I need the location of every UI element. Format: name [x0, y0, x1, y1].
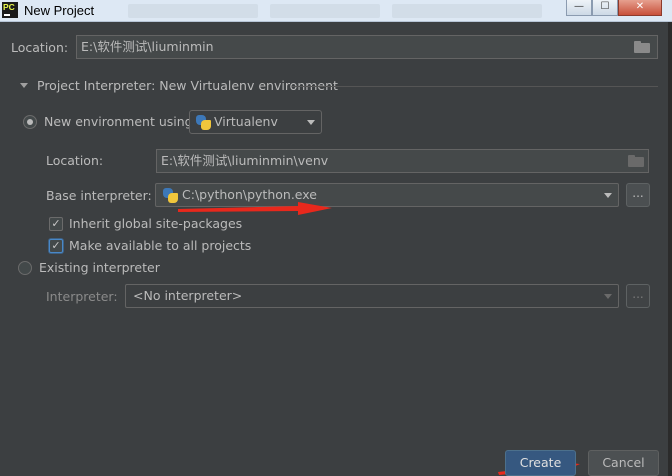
new-environment-radio[interactable]	[23, 115, 37, 129]
blurred-background-tab	[128, 4, 258, 18]
chevron-down-icon	[307, 120, 315, 125]
close-button[interactable]: ✕	[618, 0, 662, 16]
folder-icon[interactable]	[628, 155, 644, 167]
chevron-down-icon	[604, 193, 612, 198]
minimize-button[interactable]: —	[566, 0, 592, 16]
venv-location-field[interactable]: E:\软件测试\liuminmin\venv	[156, 149, 649, 173]
make-available-checkbox[interactable]: ✓	[49, 239, 63, 253]
create-button[interactable]: Create	[505, 450, 576, 476]
pycharm-app-icon: PC	[2, 2, 18, 18]
inherit-packages-checkbox[interactable]: ✓	[49, 217, 63, 231]
interpreter-label: Interpreter:	[46, 289, 118, 304]
section-divider	[292, 86, 658, 87]
project-location-field[interactable]: E:\软件测试\liuminmin	[76, 35, 658, 59]
interpreter-select[interactable]: <No interpreter>	[125, 284, 619, 308]
project-location-value: E:\软件测试\liuminmin	[81, 39, 214, 54]
browse-interpreter-button[interactable]: ...	[626, 284, 650, 308]
check-icon: ✓	[51, 239, 61, 252]
title-bar: PC New Project — ☐ ✕	[0, 0, 672, 22]
new-environment-label[interactable]: New environment using	[44, 114, 193, 129]
blurred-background-tab	[392, 4, 542, 18]
inherit-packages-label[interactable]: Inherit global site-packages	[69, 216, 242, 231]
make-available-label[interactable]: Make available to all projects	[69, 238, 251, 253]
python-icon	[196, 115, 211, 130]
cancel-button[interactable]: Cancel	[588, 450, 659, 476]
venv-location-label: Location:	[46, 153, 104, 168]
location-label: Location:	[11, 40, 69, 55]
existing-interpreter-radio[interactable]	[18, 261, 32, 275]
environment-tool-select[interactable]: Virtualenv	[189, 110, 322, 134]
environment-tool-value: Virtualenv	[214, 114, 278, 129]
existing-interpreter-label[interactable]: Existing interpreter	[39, 260, 160, 275]
base-interpreter-label: Base interpreter:	[46, 188, 152, 203]
window-edge	[668, 22, 672, 476]
browse-base-interpreter-button[interactable]: ...	[626, 183, 650, 207]
chevron-down-icon	[604, 294, 612, 299]
interpreter-value: <No interpreter>	[133, 288, 243, 303]
folder-icon[interactable]	[634, 41, 650, 53]
collapse-triangle-icon[interactable]	[20, 83, 28, 88]
blurred-background-tab	[270, 4, 380, 18]
venv-location-value: E:\软件测试\liuminmin\venv	[161, 153, 329, 168]
annotation-arrow	[178, 202, 332, 215]
maximize-button[interactable]: ☐	[592, 0, 618, 16]
window-title: New Project	[24, 3, 95, 18]
python-icon	[163, 188, 178, 203]
check-icon: ✓	[51, 217, 61, 230]
